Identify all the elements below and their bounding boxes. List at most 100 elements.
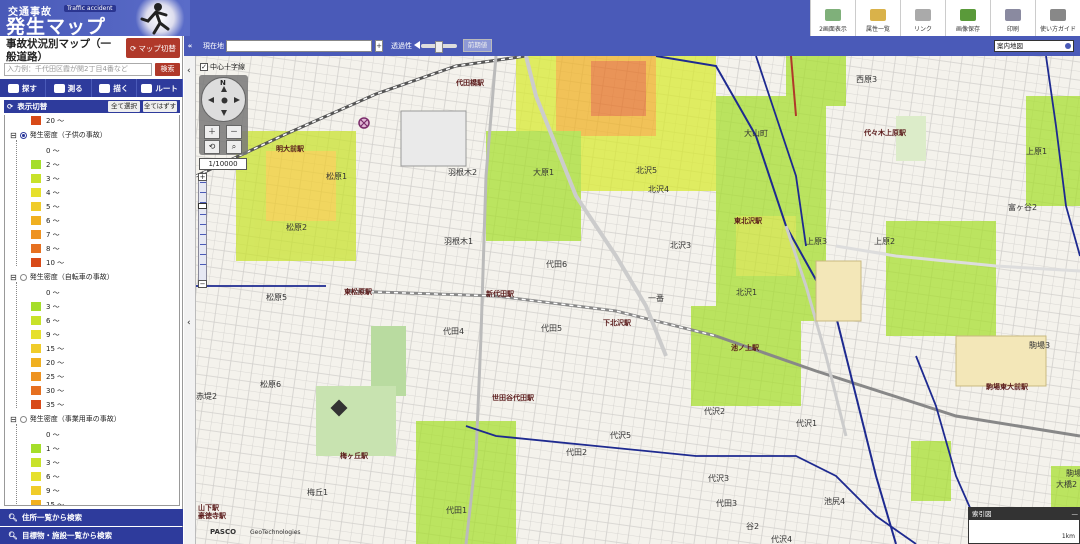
select-all-button[interactable]: 全て選択 xyxy=(108,101,140,112)
map-canvas[interactable]: 代田橋駅 西原3 代々木上原駅 上原1 大原1 羽根木2 北沢5 大山町 松原1 明大前駅 北沢4 富… xyxy=(196,56,1080,544)
compass-pan-control[interactable]: N xyxy=(201,77,246,122)
save-image-icon xyxy=(960,9,976,21)
station-label: 代々木上原駅 xyxy=(864,129,906,137)
legend-label: 15 ～ xyxy=(46,500,65,506)
zoom-out-icon[interactable]: － xyxy=(226,125,242,139)
toolbar-button-label: 属性一覧 xyxy=(865,26,890,33)
map-type-select[interactable]: 案内地図 xyxy=(994,40,1074,52)
legend-label: 15 ～ xyxy=(46,344,65,353)
mode-tab-1[interactable]: 測る xyxy=(46,79,92,97)
legend-swatch xyxy=(31,174,41,183)
mode-tab-2[interactable]: 描く xyxy=(92,79,138,97)
layer-radio[interactable] xyxy=(19,415,27,423)
toolbar-button-1[interactable]: 属性一覧 xyxy=(855,0,900,36)
print-icon xyxy=(1005,9,1021,21)
area-label: 羽根木2 xyxy=(448,168,478,177)
address-list-search-button[interactable]: 🔍︎ 住所一覧から検索 xyxy=(0,509,183,526)
area-label: 代田4 xyxy=(443,327,465,336)
zoom-in-button[interactable]: + xyxy=(198,173,207,181)
map-scale[interactable]: 1/10000 xyxy=(199,158,247,170)
area-label: 上原2 xyxy=(874,237,896,246)
center-crosshair-toggle[interactable]: ✓ 中心十字線 xyxy=(200,62,245,72)
legend-swatch xyxy=(31,116,41,125)
toolbar-button-0[interactable]: 2画面表示 xyxy=(810,0,855,36)
legend-label: 20 ～ xyxy=(46,358,65,367)
legend-swatch xyxy=(31,258,41,267)
landmark-list-search-button[interactable]: 🔍︎ 目標物・施設一覧から検索 xyxy=(0,527,183,544)
legend-label: 7 ～ xyxy=(46,230,60,239)
station-label: 代田橋駅 xyxy=(456,79,484,87)
toolbar-button-label: リンク xyxy=(913,26,932,33)
zoom-in-icon[interactable]: ＋ xyxy=(204,125,220,139)
legend-swatch xyxy=(31,160,41,169)
zoom-slider-handle[interactable] xyxy=(198,203,207,209)
station-label: 梅ヶ丘駅 xyxy=(340,452,368,460)
zoom-area-icon[interactable]: ⌕ xyxy=(226,140,242,154)
legend-group-2[interactable]: ⊟ 発生密度（事業用車の事故） xyxy=(10,414,121,424)
mode-tab-3[interactable]: ルート xyxy=(137,79,183,97)
legend-item: 4 ～ xyxy=(31,186,60,199)
station-label: 駒場東大前駅 xyxy=(986,383,1028,391)
mode-tab-0[interactable]: 探す xyxy=(0,79,46,97)
legend-label: 0 ～ xyxy=(46,146,60,155)
running-person-icon xyxy=(130,0,190,36)
collapse-toggle-icon[interactable]: ⊟ xyxy=(10,131,17,140)
transparency-decrease-icon[interactable] xyxy=(414,41,420,49)
checkbox-checked-icon[interactable]: ✓ xyxy=(200,63,208,71)
previous-period-button[interactable]: 前期値 xyxy=(463,39,492,52)
toolbar-button-2[interactable]: リンク xyxy=(900,0,945,36)
layer-radio[interactable] xyxy=(19,273,27,281)
collapse-toggle-icon[interactable]: ⊟ xyxy=(10,415,17,424)
address-search-input[interactable]: 入力例：千代田区霞が関2丁目4番など xyxy=(4,63,152,76)
legend-group-label: 発生密度（事業用車の事故） xyxy=(29,415,121,423)
legend-item: 0 ～ xyxy=(31,286,60,299)
area-label: 代沢1 xyxy=(796,419,818,428)
toolbar-button-5[interactable]: 使い方ガイド xyxy=(1035,0,1080,36)
route-icon xyxy=(141,83,153,93)
collapse-arrow-icon[interactable]: « xyxy=(184,42,196,50)
collapse-toggle-icon[interactable]: ⊟ xyxy=(10,273,17,282)
toolbar-button-label: 2画面表示 xyxy=(819,26,847,33)
minimize-icon[interactable]: — xyxy=(1072,508,1079,520)
index-map[interactable]: 索引図 — 1km xyxy=(968,507,1080,544)
layer-radio[interactable] xyxy=(19,131,27,139)
toolbar-button-label: 印刷 xyxy=(1006,26,1019,33)
toolbar-button-4[interactable]: 印刷 xyxy=(990,0,1035,36)
logo-title: 発生マップ xyxy=(6,16,107,36)
map-switch-button[interactable]: ⟳ マップ切替 xyxy=(126,38,180,58)
legend-group-0[interactable]: ⊟ 発生密度（子供の事故） xyxy=(10,130,107,140)
toolbar-button-3[interactable]: 画像保存 xyxy=(945,0,990,36)
legend-item: 9 ～ xyxy=(31,328,60,341)
area-label: 松原1 xyxy=(326,172,348,181)
area-label: 代田1 xyxy=(446,506,468,515)
mode-tab-label: 探す xyxy=(21,83,37,93)
legend-label: 20 ～ xyxy=(46,116,65,125)
area-label: 北沢3 xyxy=(670,241,692,250)
panel-toggle[interactable]: ‹ ‹ xyxy=(184,56,196,544)
legend-item: 2 ～ xyxy=(31,158,60,171)
legend-swatch xyxy=(31,302,41,311)
area-label: 北沢1 xyxy=(736,288,758,297)
transparency-slider[interactable] xyxy=(421,41,457,53)
legend-item: 3 ～ xyxy=(31,172,60,185)
legend-item: 5 ～ xyxy=(31,200,60,213)
legend-item: 3 ～ xyxy=(31,456,60,469)
address-bar: « 現在地 + 透過性 前期値 案内地図 xyxy=(184,36,1080,56)
rotate-icon[interactable]: ⟲ xyxy=(204,140,220,154)
search-button[interactable]: 検索 xyxy=(155,63,180,76)
zoom-slider[interactable] xyxy=(198,173,207,287)
legend-group-1[interactable]: ⊟ 発生密度（自転車の事故） xyxy=(10,272,114,282)
current-location-label: 現在地 xyxy=(203,42,224,50)
legend-item: 20 ～ xyxy=(31,356,64,369)
expand-icon[interactable]: + xyxy=(375,40,383,52)
legend-swatch xyxy=(31,202,41,211)
zoom-out-button[interactable]: − xyxy=(198,280,207,288)
legend-swatch xyxy=(31,230,41,239)
link-icon xyxy=(915,9,931,21)
chevron-left-icon: ‹ xyxy=(187,66,191,76)
legend-item: 15 ～ xyxy=(31,498,65,506)
clear-all-button[interactable]: 全てはずす xyxy=(143,101,177,112)
area-label: 駒場1 xyxy=(1066,469,1080,478)
current-location-input[interactable] xyxy=(226,40,372,52)
split-screen-icon xyxy=(825,9,841,21)
